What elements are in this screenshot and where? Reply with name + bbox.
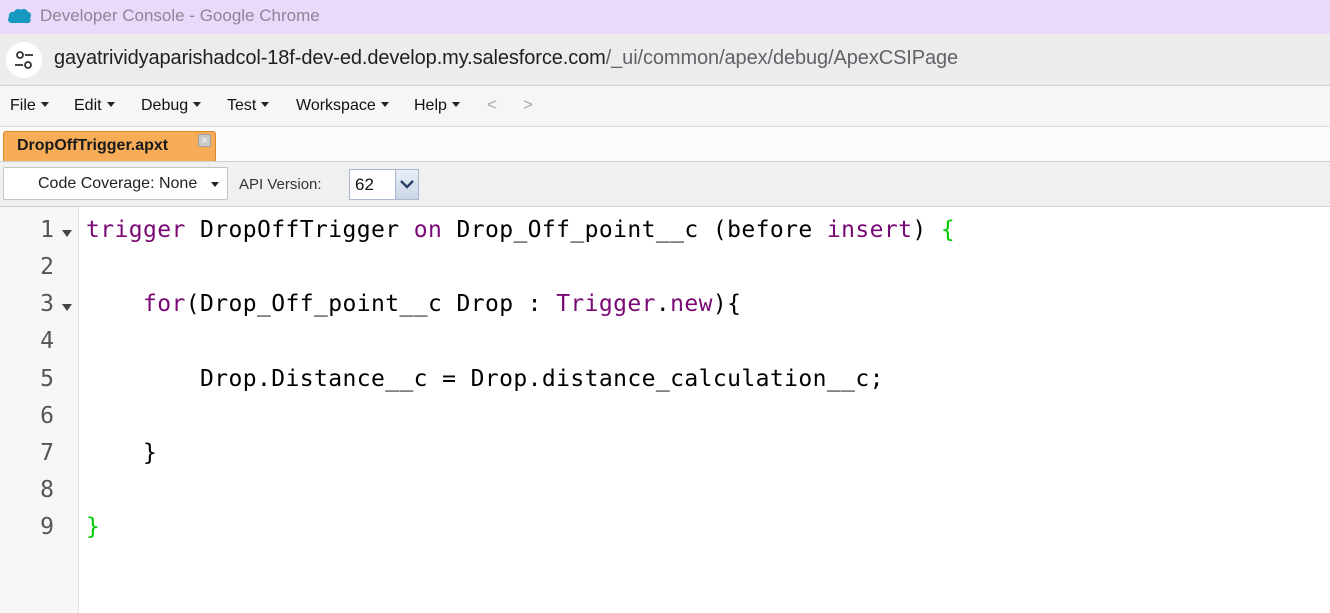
code-text: trigger DropOffTrigger on Drop_Off_point… bbox=[86, 217, 955, 243]
keyword-token: insert bbox=[826, 217, 913, 243]
line-number: 8 bbox=[40, 477, 54, 503]
code-text: } bbox=[86, 440, 158, 466]
caret-down-icon bbox=[451, 102, 460, 107]
window-title: Developer Console - Google Chrome bbox=[40, 6, 320, 25]
code-line: 1 trigger DropOffTrigger on Drop_Off_poi… bbox=[0, 217, 1330, 254]
api-version-label: API Version: bbox=[239, 176, 322, 193]
code-text: for(Drop_Off_point__c Drop : Trigger.new… bbox=[86, 291, 741, 317]
menu-edit[interactable]: Edit bbox=[74, 97, 115, 115]
menu-edit-label: Edit bbox=[74, 97, 102, 114]
caret-down-icon bbox=[106, 102, 115, 107]
url-text[interactable]: gayatrividyaparishadcol-18f-dev-ed.devel… bbox=[54, 47, 958, 70]
menu-debug-label: Debug bbox=[141, 97, 189, 114]
keyword-token: Trigger bbox=[556, 291, 656, 317]
code-token: (Drop_Off_point__c Drop : bbox=[185, 291, 557, 317]
menu-workspace-label: Workspace bbox=[296, 97, 376, 114]
code-line: 9 } bbox=[0, 514, 1330, 551]
line-number: 6 bbox=[40, 403, 54, 429]
caret-down-icon bbox=[261, 102, 270, 107]
caret-down-icon bbox=[380, 102, 389, 107]
code-coverage-label: Code Coverage: None bbox=[38, 175, 198, 192]
api-version-select[interactable]: 62 bbox=[349, 169, 419, 200]
fold-toggle-icon[interactable] bbox=[62, 230, 72, 237]
api-version-dropdown-button[interactable] bbox=[395, 170, 418, 199]
fold-toggle-icon[interactable] bbox=[62, 304, 72, 311]
line-number: 4 bbox=[40, 328, 54, 354]
code-line: 6 bbox=[0, 403, 1330, 440]
window-title-bar: Developer Console - Google Chrome bbox=[0, 0, 1330, 34]
url-path: /_ui/common/apex/debug/ApexCSIPage bbox=[605, 47, 959, 69]
tune-icon bbox=[15, 51, 33, 69]
menu-test[interactable]: Test bbox=[227, 97, 270, 115]
menu-debug[interactable]: Debug bbox=[141, 97, 202, 115]
caret-down-icon bbox=[211, 182, 219, 187]
site-info-button[interactable] bbox=[6, 42, 42, 78]
code-coverage-dropdown[interactable]: Code Coverage: None bbox=[3, 167, 228, 200]
line-number: 9 bbox=[40, 514, 54, 540]
api-version-value: 62 bbox=[355, 175, 374, 194]
editor-tab-bar: DropOffTrigger.apxt × bbox=[0, 127, 1330, 162]
keyword-token: for bbox=[143, 291, 186, 317]
line-number: 7 bbox=[40, 440, 54, 466]
caret-down-icon bbox=[40, 102, 49, 107]
code-token: ){ bbox=[712, 291, 742, 317]
menu-help[interactable]: Help bbox=[414, 97, 460, 115]
menu-file[interactable]: File bbox=[10, 97, 49, 115]
forward-arrow-icon[interactable]: > bbox=[523, 95, 533, 115]
address-bar: gayatrividyaparishadcol-18f-dev-ed.devel… bbox=[0, 34, 1330, 86]
tab-label: DropOffTrigger.apxt bbox=[17, 137, 169, 154]
code-line: 7 } bbox=[0, 440, 1330, 477]
code-line: 8 bbox=[0, 477, 1330, 514]
menu-workspace[interactable]: Workspace bbox=[296, 97, 389, 115]
code-text: Drop.Distance__c = Drop.distance_calcula… bbox=[86, 366, 884, 392]
menu-test-label: Test bbox=[227, 97, 257, 114]
caret-down-icon bbox=[193, 102, 202, 107]
code-line: 2 bbox=[0, 254, 1330, 291]
salesforce-cloud-icon bbox=[8, 8, 32, 24]
url-host: gayatrividyaparishadcol-18f-dev-ed.devel… bbox=[54, 47, 606, 69]
matched-brace: { bbox=[940, 217, 956, 243]
code-token: . bbox=[655, 291, 671, 317]
line-number: 5 bbox=[40, 366, 54, 392]
menu-file-label: File bbox=[10, 97, 36, 114]
line-number: 1 bbox=[40, 217, 54, 243]
code-token: DropOffTrigger bbox=[185, 217, 414, 243]
chevron-down-icon bbox=[400, 180, 414, 189]
code-line: 5 Drop.Distance__c = Drop.distance_calcu… bbox=[0, 366, 1330, 403]
code-line: 4 bbox=[0, 328, 1330, 365]
editor-toolbar: Code Coverage: None API Version: 62 bbox=[0, 162, 1330, 207]
line-number: 3 bbox=[40, 291, 54, 317]
menu-bar: File Edit Debug Test Workspace Help < > bbox=[0, 86, 1330, 127]
keyword-token: new bbox=[670, 291, 713, 317]
code-token: Drop_Off_point__c (before bbox=[442, 217, 827, 243]
line-number: 2 bbox=[40, 254, 54, 280]
matched-brace: } bbox=[86, 514, 101, 540]
code-line: 3 for(Drop_Off_point__c Drop : Trigger.n… bbox=[0, 291, 1330, 328]
close-icon[interactable]: × bbox=[198, 134, 211, 147]
code-token: ) bbox=[912, 217, 941, 243]
keyword-token: trigger bbox=[86, 217, 186, 243]
tab-dropofftrigger[interactable]: DropOffTrigger.apxt × bbox=[3, 131, 216, 161]
menu-help-label: Help bbox=[414, 97, 447, 114]
code-editor[interactable]: 1 trigger DropOffTrigger on Drop_Off_poi… bbox=[0, 207, 1330, 613]
keyword-token: on bbox=[413, 217, 443, 243]
back-arrow-icon[interactable]: < bbox=[487, 95, 497, 115]
